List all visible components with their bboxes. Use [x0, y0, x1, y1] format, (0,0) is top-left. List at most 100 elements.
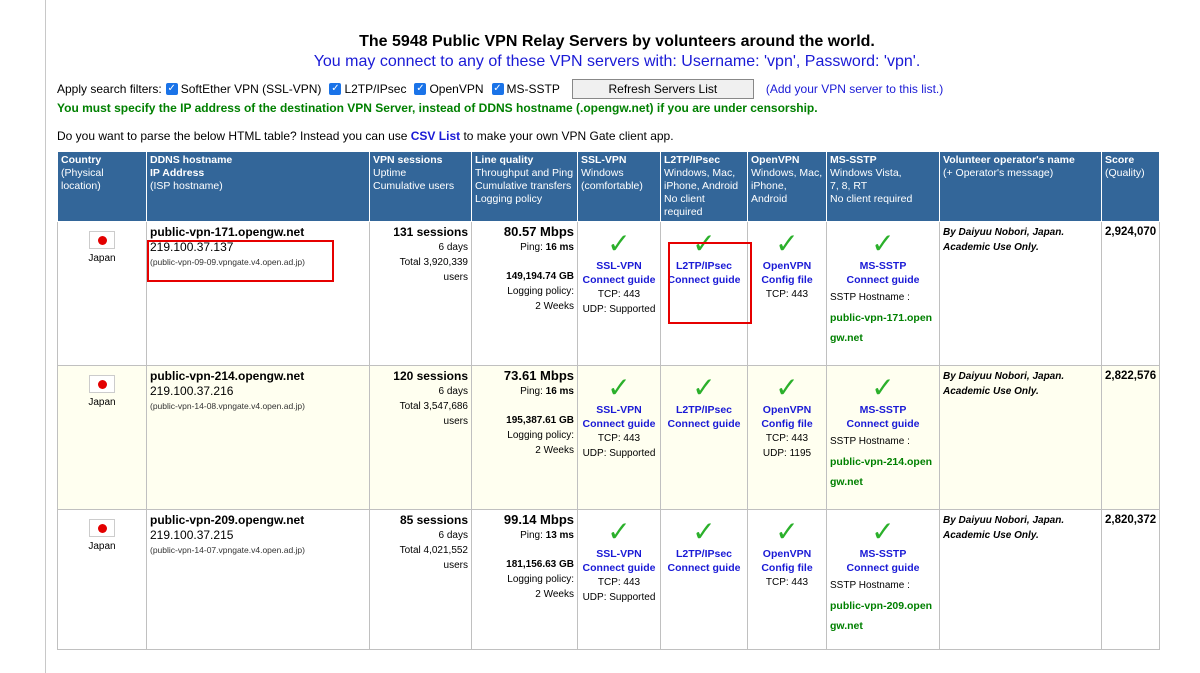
censorship-warning: You must specify the IP address of the d… — [57, 101, 818, 115]
highlight-l2tp-box — [668, 242, 752, 324]
sstp-hostname-part1[interactable]: public-vpn-209.open — [830, 600, 932, 612]
ssl-vpn-link[interactable]: SSL-VPN — [596, 260, 642, 272]
ssl-vpn-cell: ✓ SSL-VPN Connect guide TCP: 443 UDP: Suppor… — [577, 365, 661, 510]
session-count: 85 sessions — [399, 513, 468, 527]
sstp-hostname-part2[interactable]: gw.net — [830, 620, 863, 632]
sstp-hostname-label: SSTP Hostname : — [830, 436, 910, 447]
col-operator: Volunteer operator's name (+ Operator's m… — [939, 151, 1102, 222]
sessions-cell: 85 sessions 6 days Total 4,021,552 users — [369, 509, 472, 650]
col-quality: Line quality Throughput and Ping Cumulativ… — [471, 151, 578, 222]
ssl-udp: UDP: Supported — [582, 448, 656, 459]
country-cell: Japan — [57, 509, 147, 650]
ssl-connect-guide-link[interactable]: Connect guide — [583, 418, 656, 430]
sstp-hostname-part1[interactable]: public-vpn-214.open — [830, 456, 932, 468]
line-quality-cell: 99.14 Mbps Ping: 13 ms 181,156.63 GB Loggin… — [471, 509, 578, 650]
l2tp-link[interactable]: L2TP/IPsec — [676, 404, 732, 416]
col-ssl: SSL-VPN Windows (comfortable) — [577, 151, 661, 222]
page-left-border — [45, 0, 46, 673]
sstp-connect-guide-link[interactable]: Connect guide — [847, 274, 920, 286]
operator-cell: By Daiyuu Nobori, Japan. Academic Use On… — [939, 509, 1102, 650]
sstp-connect-guide-link[interactable]: Connect guide — [847, 418, 920, 430]
checkmark-icon: ✓ — [871, 227, 895, 260]
country-cell: Japan — [57, 221, 147, 366]
session-count: 120 sessions — [393, 369, 468, 383]
line-quality-cell: 80.57 Mbps Ping: 16 ms 149,194.74 GB Loggin… — [471, 221, 578, 366]
throughput: 80.57 Mbps — [503, 224, 574, 239]
search-filters: Apply search filters: ✓ SoftEther VPN (SS… — [57, 78, 1177, 100]
uptime: 6 days — [438, 242, 468, 253]
score-value: 2,924,070 — [1105, 226, 1157, 238]
sstp-hostname-part2[interactable]: gw.net — [830, 476, 863, 488]
sstp-hostname-part2[interactable]: gw.net — [830, 332, 863, 344]
filter-l2tp-checkbox[interactable]: ✓ L2TP/IPsec — [329, 82, 406, 96]
filter-softether-checkbox[interactable]: ✓ SoftEther VPN (SSL-VPN) — [165, 82, 321, 96]
table-row: Japan public-vpn-209.opengw.net 219.100.37… — [57, 509, 1161, 650]
checkmark-icon: ✓ — [871, 371, 895, 404]
col-sstp: MS-SSTP Windows Vista, 7, 8, RT No client r… — [826, 151, 940, 222]
openvpn-tcp-port: TCP: 443 — [765, 433, 809, 444]
checkmark-icon: ✓ — [491, 83, 504, 95]
l2tp-connect-guide-link[interactable]: Connect guide — [668, 418, 741, 430]
ssl-connect-guide-link[interactable]: Connect guide — [583, 274, 656, 286]
checkmark-icon: ✓ — [775, 515, 799, 548]
col-ddns: DDNS hostname IP Address (ISP hostname) — [146, 151, 370, 222]
filter-openvpn-checkbox[interactable]: ✓ OpenVPN — [414, 82, 484, 96]
ddns-hostname: public-vpn-214.opengw.net — [150, 369, 305, 383]
l2tp-link[interactable]: L2TP/IPsec — [676, 548, 732, 560]
checkmark-icon: ✓ — [692, 371, 716, 404]
ping-value: 13 ms — [545, 530, 574, 541]
country-name: Japan — [88, 253, 116, 264]
ssl-vpn-link[interactable]: SSL-VPN — [596, 404, 642, 416]
throughput: 99.14 Mbps — [503, 512, 574, 527]
openvpn-link[interactable]: OpenVPN — [763, 260, 811, 272]
cumulative-users: Total 3,547,686 users — [399, 401, 468, 427]
checkmark-icon: ✓ — [165, 83, 178, 95]
country-name: Japan — [88, 541, 116, 552]
operator-message: By Daiyuu Nobori, Japan. Academic Use On… — [943, 515, 1065, 541]
ssl-udp: UDP: Supported — [582, 592, 656, 603]
sessions-cell: 120 sessions 6 days Total 3,547,686 users — [369, 365, 472, 510]
l2tp-cell: ✓ L2TP/IPsec Connect guide — [660, 509, 748, 650]
uptime: 6 days — [438, 530, 468, 541]
csv-list-link[interactable]: CSV List — [411, 129, 460, 143]
openvpn-config-file-link[interactable]: Config file — [761, 274, 812, 286]
sstp-cell: ✓ MS-SSTP Connect guide SSTP Hostname : publ… — [826, 509, 940, 650]
col-openvpn: OpenVPN Windows, Mac, iPhone, Android — [747, 151, 827, 222]
filter-mssstp-checkbox[interactable]: ✓ MS-SSTP — [491, 82, 560, 96]
sstp-link[interactable]: MS-SSTP — [860, 548, 907, 560]
operator-message: By Daiyuu Nobori, Japan. Academic Use On… — [943, 227, 1065, 253]
cumulative-transfer: 149,194.74 GB — [506, 271, 574, 282]
sstp-link[interactable]: MS-SSTP — [860, 404, 907, 416]
country-cell: Japan — [57, 365, 147, 510]
openvpn-link[interactable]: OpenVPN — [763, 548, 811, 560]
ssl-tcp-port: TCP: 443 — [597, 577, 641, 588]
session-count: 131 sessions — [393, 225, 468, 239]
col-score: Score (Quality) — [1100, 151, 1161, 222]
japan-flag-icon — [89, 519, 115, 537]
operator-cell: By Daiyuu Nobori, Japan. Academic Use On… — [939, 365, 1102, 510]
ping-value: 16 ms — [545, 386, 574, 397]
ssl-vpn-link[interactable]: SSL-VPN — [596, 548, 642, 560]
page-title: The 5948 Public VPN Relay Servers by vol… — [359, 33, 875, 50]
add-server-link[interactable]: (Add your VPN server to this list.) — [766, 82, 943, 96]
openvpn-tcp-port: TCP: 443 — [765, 577, 809, 588]
parse-note: Do you want to parse the below HTML tabl… — [57, 129, 674, 143]
logging-policy-label: Logging policy: — [507, 286, 574, 297]
sstp-hostname-part1[interactable]: public-vpn-171.open — [830, 312, 932, 324]
openvpn-config-file-link[interactable]: Config file — [761, 562, 812, 574]
ssl-connect-guide-link[interactable]: Connect guide — [583, 562, 656, 574]
ip-address: 219.100.37.215 — [150, 528, 234, 542]
operator-message: By Daiyuu Nobori, Japan. Academic Use On… — [943, 371, 1065, 397]
logging-policy: 2 Weeks — [535, 589, 574, 600]
l2tp-connect-guide-link[interactable]: Connect guide — [668, 562, 741, 574]
sstp-hostname-label: SSTP Hostname : — [830, 580, 910, 591]
checkmark-icon: ✓ — [692, 515, 716, 548]
sstp-connect-guide-link[interactable]: Connect guide — [847, 562, 920, 574]
sstp-link[interactable]: MS-SSTP — [860, 260, 907, 272]
openvpn-link[interactable]: OpenVPN — [763, 404, 811, 416]
ddns-cell: public-vpn-209.opengw.net 219.100.37.215 (… — [146, 509, 370, 650]
openvpn-config-file-link[interactable]: Config file — [761, 418, 812, 430]
col-sessions: VPN sessions Uptime Cumulative users — [369, 151, 472, 222]
refresh-servers-button[interactable]: Refresh Servers List — [571, 79, 754, 99]
japan-flag-icon — [89, 231, 115, 249]
